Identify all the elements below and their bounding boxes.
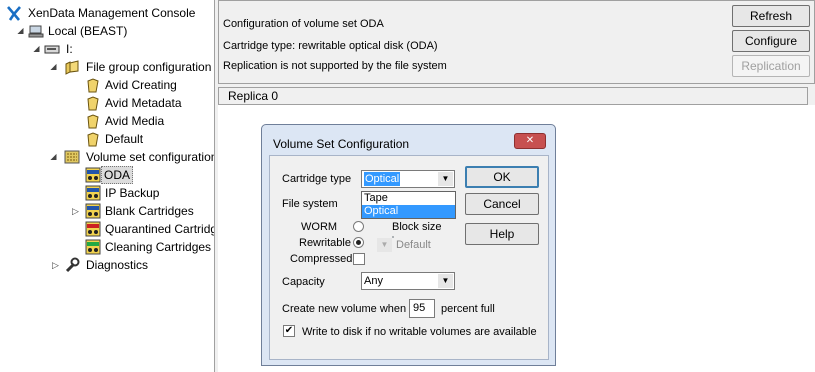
cartridge-type-value: Optical [364, 172, 401, 186]
tree-item-label: Cleaning Cartridges [105, 240, 212, 254]
capacity-value: Any [364, 275, 383, 287]
dropdown-arrow-icon[interactable]: ▼ [377, 238, 392, 252]
quarantined-cartridge-icon [85, 221, 101, 237]
tree-item-label: Quarantined Cartridges [105, 222, 214, 236]
drive-icon [44, 41, 60, 57]
worm-label: WORM [301, 221, 338, 233]
tree-item-label: XenData Management Console [28, 6, 196, 20]
worm-radio[interactable] [353, 221, 364, 232]
create-new-volume-label: Create new volume when [282, 303, 407, 315]
folder-group-icon [64, 59, 80, 75]
help-button[interactable]: Help [465, 223, 539, 245]
info-panel: Configuration of volume set ODA Cartridg… [218, 0, 815, 84]
compressed-label: Compressed [290, 253, 353, 265]
wrench-icon [64, 257, 80, 273]
cartridge-type-select[interactable]: Optical ▼ [361, 170, 455, 188]
write-to-disk-label: Write to disk if no writable volumes are… [302, 326, 537, 338]
folder-icon [85, 113, 101, 129]
tab-replica-0[interactable]: Replica 0 [218, 87, 808, 105]
info-line-cartridge-type: Cartridge type: rewritable optical disk … [223, 40, 438, 52]
tree-item-label: Blank Cartridges [105, 204, 194, 218]
expand-arrow-icon[interactable]: ▷ [71, 202, 80, 220]
rewritable-radio[interactable] [353, 237, 364, 248]
xendata-logo-icon [6, 5, 22, 21]
tree-root-xendata[interactable]: XenData Management Console [0, 4, 214, 22]
tree-item-label: I: [66, 42, 73, 56]
tree-item-label: File group configuration [86, 60, 212, 74]
cancel-button[interactable]: Cancel [465, 193, 539, 215]
tree-item-avid-media[interactable]: Avid Media [0, 112, 214, 130]
radio-selected-dot-icon [356, 240, 361, 245]
cartridge-type-dropdown-list[interactable]: Tape Optical [361, 191, 456, 219]
tree-item-oda[interactable]: ODA [0, 166, 214, 184]
tree-item-blank-cartridges[interactable]: ▷ Blank Cartridges [0, 202, 214, 220]
compressed-checkbox[interactable] [353, 253, 365, 265]
navigation-tree[interactable]: XenData Management Console ◢ Local (BEAS… [0, 0, 215, 372]
configure-button[interactable]: Configure [732, 30, 810, 52]
tree-item-label: Avid Media [105, 114, 165, 128]
folder-icon [85, 131, 101, 147]
tree-item-local[interactable]: ◢ Local (BEAST) [0, 22, 214, 40]
tree-item-avid-creating[interactable]: Avid Creating [0, 76, 214, 94]
dropdown-option-optical[interactable]: Optical [362, 205, 455, 218]
tree-item-quarantined-cartridges[interactable]: Quarantined Cartridges [0, 220, 214, 238]
volume-set-icon [64, 149, 80, 165]
tree-item-label: Avid Creating [105, 78, 177, 92]
percent-full-label: percent full [441, 303, 495, 315]
info-line-replication: Replication is not supported by the file… [223, 60, 447, 72]
collapse-arrow-icon[interactable]: ◢ [49, 58, 58, 76]
tree-item-default[interactable]: Default [0, 130, 214, 148]
tree-item-avid-metadata[interactable]: Avid Metadata [0, 94, 214, 112]
cartridge-icon [85, 167, 101, 183]
cartridge-icon [85, 203, 101, 219]
tree-item-label: Local (BEAST) [48, 24, 128, 38]
collapse-arrow-icon[interactable]: ◢ [32, 40, 41, 58]
ok-button[interactable]: OK [465, 166, 539, 188]
info-line-volume-set: Configuration of volume set ODA [223, 18, 384, 30]
dropdown-arrow-icon[interactable]: ▼ [438, 274, 453, 288]
write-to-disk-checkbox[interactable]: ✔ [283, 325, 295, 337]
capacity-select[interactable]: Any ▼ [361, 272, 455, 290]
file-system-label: File system [282, 198, 338, 210]
computer-icon [28, 23, 44, 39]
collapse-arrow-icon[interactable]: ◢ [49, 148, 58, 166]
dropdown-option-tape[interactable]: Tape [362, 192, 455, 205]
volume-set-configuration-dialog: Volume Set Configuration ✕ Cartridge typ… [261, 124, 556, 366]
checkmark-icon: ✔ [284, 325, 294, 336]
cartridge-icon [85, 185, 101, 201]
dropdown-arrow-icon[interactable]: ▼ [438, 172, 453, 186]
tree-item-drive-i[interactable]: ◢ I: [0, 40, 214, 58]
tree-item-label: Diagnostics [86, 258, 149, 272]
tree-item-label: ODA [101, 166, 134, 184]
cleaning-cartridge-icon [85, 239, 101, 255]
dialog-title: Volume Set Configuration [273, 137, 410, 151]
refresh-button[interactable]: Refresh [732, 5, 810, 27]
expand-arrow-icon[interactable]: ▷ [51, 256, 60, 274]
tree-item-label: Default [105, 132, 144, 146]
tree-item-cleaning-cartridges[interactable]: Cleaning Cartridges [0, 238, 214, 256]
percent-full-input[interactable]: 95 [409, 299, 435, 318]
tree-item-file-group-configuration[interactable]: ◢ File group configuration [0, 58, 214, 76]
close-icon[interactable]: ✕ [514, 133, 546, 149]
block-size-value: Default [396, 239, 431, 251]
dialog-body: Cartridge type Optical ▼ File system WOR… [269, 155, 549, 360]
replication-button[interactable]: Replication [732, 55, 810, 77]
capacity-label: Capacity [282, 276, 325, 288]
tree-item-label: IP Backup [105, 186, 160, 200]
block-size-label: Block size [392, 221, 442, 233]
folder-icon [85, 77, 101, 93]
tree-item-diagnostics[interactable]: ▷ Diagnostics [0, 256, 214, 274]
folder-icon [85, 95, 101, 111]
tree-item-volume-set-configuration[interactable]: ◢ Volume set configuration [0, 148, 215, 166]
tree-item-ip-backup[interactable]: IP Backup [0, 184, 214, 202]
block-size-select[interactable]: Default ▼ [377, 236, 431, 252]
cartridge-type-label: Cartridge type [282, 173, 352, 185]
tree-item-label: Volume set configuration [86, 150, 215, 164]
tree-item-label: Avid Metadata [105, 96, 182, 110]
collapse-arrow-icon[interactable]: ◢ [16, 22, 25, 40]
rewritable-label: Rewritable [299, 237, 351, 249]
